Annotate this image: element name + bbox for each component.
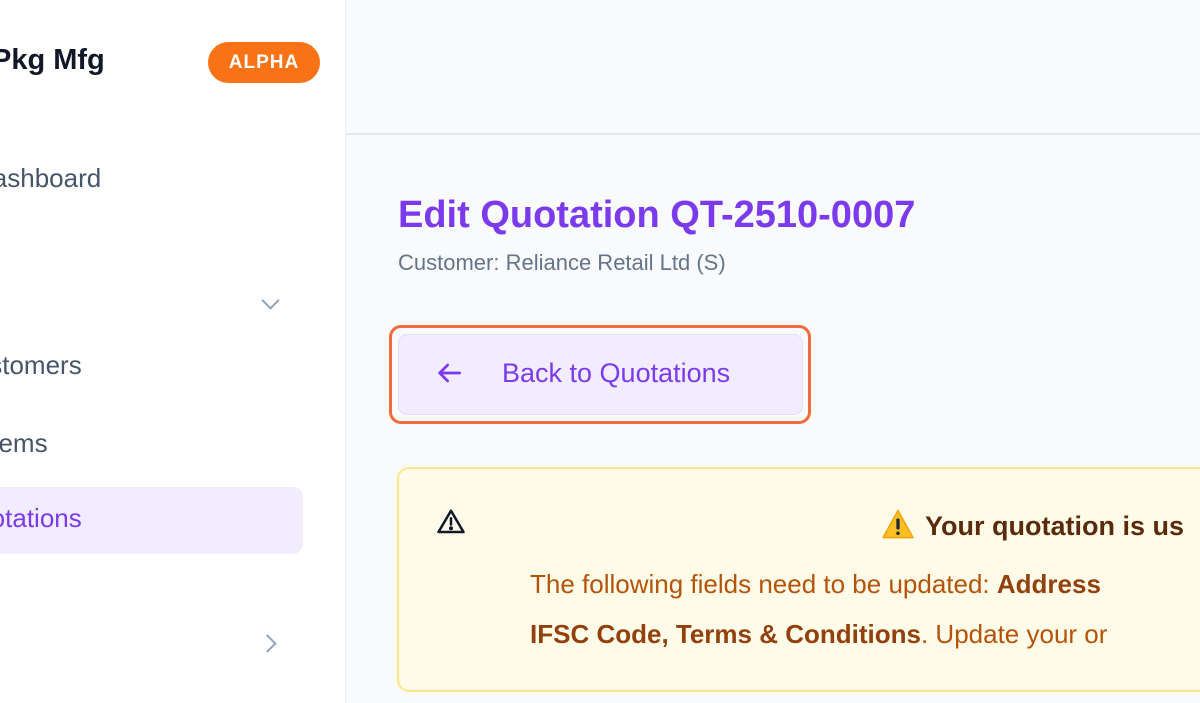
top-header (346, 0, 1200, 135)
customer-subtitle: Customer: Reliance Retail Ltd (S) (398, 250, 726, 275)
page-title: Edit Quotation QT-2510-0007 (398, 194, 916, 236)
sidebar-item-label: Dashboard (0, 163, 102, 193)
alert-message-suffix: . Update your or (920, 619, 1108, 649)
alert-title: Your quotation is us (879, 509, 1184, 542)
alpha-badge: ALPHA (208, 42, 320, 83)
warning-alert: Your quotation is us The following field… (397, 467, 1200, 692)
arrow-left-icon (438, 363, 461, 383)
back-to-quotations-button[interactable]: Back to Quotations (398, 334, 803, 415)
chevron-right-icon[interactable] (258, 634, 277, 653)
sidebar-group-toggle[interactable] (0, 284, 300, 324)
sidebar-item-label: Items (0, 428, 48, 458)
brand-name: Pkg Mfg (0, 44, 105, 76)
back-button-label: Back to Quotations (502, 358, 731, 388)
alert-title-text: Your quotation is us (925, 511, 1184, 541)
warning-outline-icon (437, 509, 465, 534)
alert-field-ifsc-terms: IFSC Code, Terms & Conditions (530, 619, 921, 649)
warning-emoji-icon (882, 509, 914, 539)
sidebar: Pkg Mfg ALPHA Dashboard Customers Items … (0, 0, 346, 703)
sidebar-item-label: Quotations (0, 503, 82, 533)
alert-field-address: Address (996, 569, 1101, 599)
alert-message-line-2: IFSC Code, Terms & Conditions. Update yo… (530, 619, 1107, 650)
sidebar-item-label: Customers (0, 350, 82, 380)
alert-message-line-1: The following fields need to be updated:… (530, 569, 1101, 600)
alert-message-prefix: The following fields need to be updated: (530, 569, 997, 599)
